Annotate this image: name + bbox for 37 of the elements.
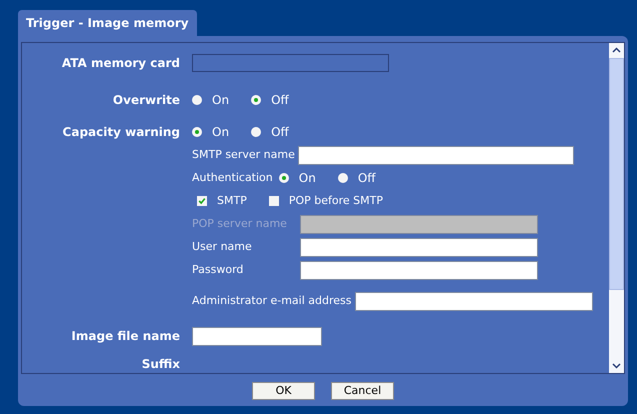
input-field[interactable]	[300, 260, 538, 280]
input-field[interactable]	[192, 54, 389, 72]
tab[interactable]: Trigger - Image memory	[18, 10, 197, 36]
option-label: On	[298, 170, 316, 188]
option-label: Off	[358, 170, 376, 188]
checkbox-label: SMTP	[217, 193, 247, 209]
field-label: SMTP server name	[192, 147, 295, 163]
field-label: User name	[192, 239, 253, 255]
field-label: ATA memory card	[60, 54, 180, 72]
checkbox[interactable]	[197, 196, 207, 206]
field-label: Capacity warning	[62, 124, 180, 142]
radio-button[interactable]	[278, 173, 289, 184]
field-label: Administrator e-mail address	[192, 293, 352, 309]
input-field[interactable]	[192, 326, 322, 346]
radio-button[interactable]	[251, 127, 262, 138]
dialog-button[interactable]: OK	[252, 382, 315, 400]
option-label: On	[212, 124, 230, 142]
radio-button[interactable]	[338, 173, 348, 184]
field-label: Suffix	[140, 356, 180, 373]
field-label: Image file name	[70, 328, 180, 346]
option-label: Off	[271, 92, 289, 109]
radio-button[interactable]	[192, 94, 202, 105]
input-field[interactable]	[354, 292, 592, 311]
option-label: On	[212, 92, 230, 109]
input-field[interactable]	[300, 238, 538, 257]
input-field[interactable]	[298, 146, 574, 165]
field-label: POP server name	[192, 216, 288, 232]
checkbox[interactable]	[268, 196, 279, 206]
field-label: Overwrite	[112, 92, 180, 109]
dialog-button[interactable]: Cancel	[331, 382, 394, 400]
scrollbar[interactable]	[609, 43, 624, 373]
field-label: Authentication	[192, 170, 273, 186]
option-label: Off	[271, 124, 289, 142]
checkbox-label: POP before SMTP	[288, 193, 383, 209]
radio-button[interactable]	[251, 94, 262, 105]
field-label: Password	[192, 262, 244, 278]
radio-button[interactable]	[192, 127, 202, 138]
